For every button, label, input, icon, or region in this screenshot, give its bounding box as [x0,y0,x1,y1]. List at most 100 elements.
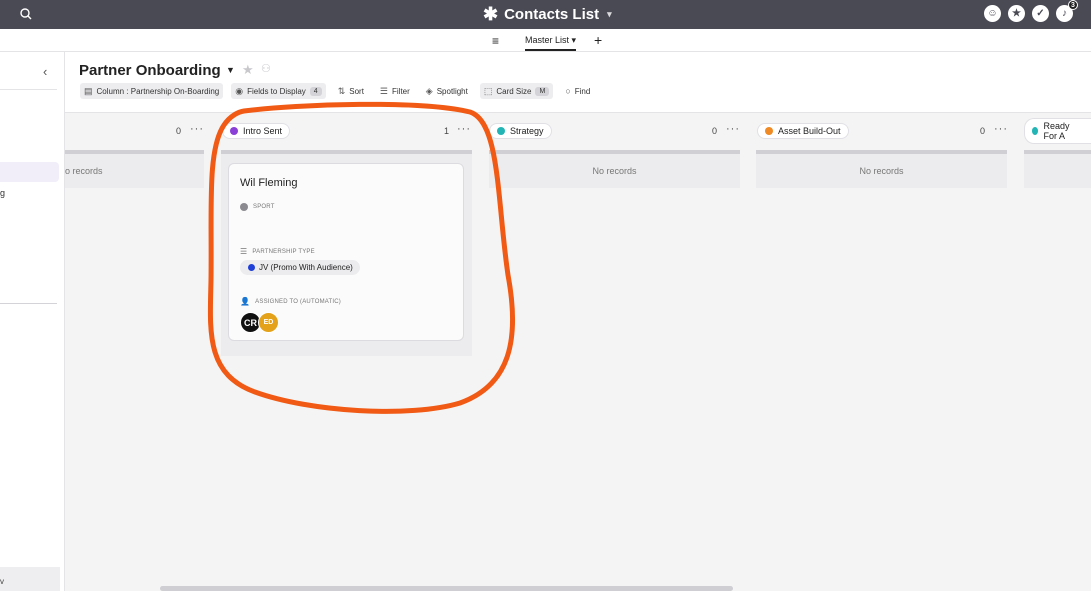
view-tab-master-list[interactable]: Master List ▾ [525,35,577,51]
find-button[interactable]: ○ Find [561,83,594,99]
toolbar: ▤ Column : Partnership On-Boarding ◉ Fie… [80,83,594,99]
list-icon: ☰ [240,247,248,256]
column-label: Strategy [510,126,544,136]
asterisk-logo-icon: ✱ [483,3,499,24]
eye-icon: ◉ [235,85,244,96]
field-label-partnership-type: ☰ PARTNERSHIP TYPE [240,247,315,256]
record-card[interactable]: Wil Fleming SPORT ☰ PARTNERSHIP TYPE JV … [228,163,464,341]
column-header-ready-for[interactable]: Ready For A [1024,118,1091,144]
person-icon: 👤 [240,297,251,306]
sidebar-item-label[interactable]: g [0,188,5,198]
column-header-strategy[interactable]: Strategy [489,121,552,141]
column-more-icon[interactable]: ··· [190,123,204,135]
find-label: Find [574,86,591,96]
column-selector-button[interactable]: ▤ Column : Partnership On-Boarding [80,83,224,99]
team-icon[interactable]: ☺ [984,5,1001,22]
horizontal-scrollbar[interactable] [160,586,733,591]
notification-badge: 3 [1068,0,1078,10]
app-title-text: Contacts List [504,5,600,23]
bell-icon[interactable]: ♪ 3 [1056,0,1078,22]
column-pill[interactable]: Asset Build-Out [757,123,849,139]
field-label-text: ASSIGNED TO (AUTOMATIC) [255,298,342,305]
status-dot [765,127,773,135]
assignee-avatars: CR ED [240,312,279,333]
sidebar-divider [0,89,57,90]
column-pill[interactable]: Ready For A [1024,118,1091,144]
sort-label: Sort [349,86,364,96]
sidebar: ‹ g v [0,52,65,591]
column-count: 1 [444,126,450,136]
search-icon[interactable] [19,7,33,21]
check-icon[interactable]: ✓ [1032,5,1049,22]
app-title[interactable]: ✱ Contacts List ▾ [483,3,612,25]
column-count: 0 [176,126,182,136]
column-lane: No records [756,150,1007,188]
sidebar-divider [0,303,57,304]
no-records-text: No records [592,166,637,176]
status-dot [497,127,505,135]
spotlight-button[interactable]: ◈ Spotlight [422,83,472,99]
tag-label: JV (Promo With Audience) [259,263,353,272]
column-lane: No records [489,150,740,188]
column-label: Ready For A [1043,121,1070,141]
share-people-icon[interactable]: ⚇ [261,62,271,75]
fields-count-badge: 4 [309,86,322,96]
field-label-assigned-to: 👤 ASSIGNED TO (AUTOMATIC) [240,297,341,306]
column-header-asset-build-out[interactable]: Asset Build-Out [757,121,849,141]
view-label: Master List [525,35,570,45]
filter-label: Filter [392,86,410,96]
field-label-text: PARTNERSHIP TYPE [252,248,315,255]
column-lane: o records [65,150,204,188]
card-title: Wil Fleming [240,177,298,189]
chevron-down-icon[interactable]: ▾ [607,9,612,20]
collapse-sidebar-icon[interactable]: ‹ [43,64,47,79]
column-more-icon[interactable]: ··· [994,123,1008,135]
page-title: Partner Onboarding [79,62,221,79]
add-view-icon[interactable]: + [594,32,602,48]
column-count: 0 [712,126,718,136]
status-dot [230,127,238,135]
column-pill[interactable]: Intro Sent [222,123,291,139]
column-more-icon[interactable]: ··· [457,123,471,135]
column-lane [1024,150,1091,188]
favorite-star-icon[interactable]: ★ [242,62,254,78]
column-count: 0 [980,126,986,136]
column-more-icon[interactable]: ··· [726,123,740,135]
tag-dot [248,264,255,271]
filter-icon: ☰ [379,85,388,96]
view-bar: ≡ Master List ▾ + [0,29,1091,52]
column-label: Column : Partnership On-Boarding [96,86,220,96]
card-size-label: Card Size [496,86,532,96]
sidebar-item-active[interactable] [0,162,59,182]
menu-icon[interactable]: ≡ [492,34,499,48]
fields-label: Fields to Display [247,86,306,96]
dropdown-field-icon [240,203,248,211]
no-records-text: No records [859,166,904,176]
column-pill[interactable]: Strategy [489,123,552,139]
partnership-type-tag: JV (Promo With Audience) [240,260,360,275]
status-dot [1032,127,1039,135]
column-header-intro-sent[interactable]: Intro Sent [222,121,291,141]
top-bar: ✱ Contacts List ▾ ☺ ★ ✓ ♪ 3 [0,0,1091,29]
field-label-text: SPORT [253,204,275,210]
sort-button[interactable]: ⇅ Sort [334,83,368,99]
card-size-badge: M [535,86,550,96]
column-label: Intro Sent [243,126,283,136]
no-records-text: o records [65,166,103,176]
star-icon[interactable]: ★ [1008,5,1025,22]
field-label-sport: SPORT [240,203,275,211]
fields-to-display-button[interactable]: ◉ Fields to Display 4 [231,83,326,99]
paint-bucket-icon: ◈ [425,85,433,96]
column-label: Asset Build-Out [778,126,841,136]
sort-icon: ⇅ [337,85,346,96]
filter-button[interactable]: ☰ Filter [376,83,414,99]
card-size-button[interactable]: ⬚ Card Size M [479,83,554,99]
sidebar-bottom-item[interactable]: v [0,567,60,591]
resize-icon: ⬚ [483,85,493,96]
search-icon: ○ [565,86,571,96]
page-header: Partner Onboarding ▼ ★ ⚇ ▤ Column : Part… [65,52,1091,113]
chevron-down-icon[interactable]: ▼ [226,65,235,75]
spotlight-label: Spotlight [436,86,468,96]
avatar[interactable]: ED [258,312,279,333]
column-icon: ▤ [84,85,93,96]
